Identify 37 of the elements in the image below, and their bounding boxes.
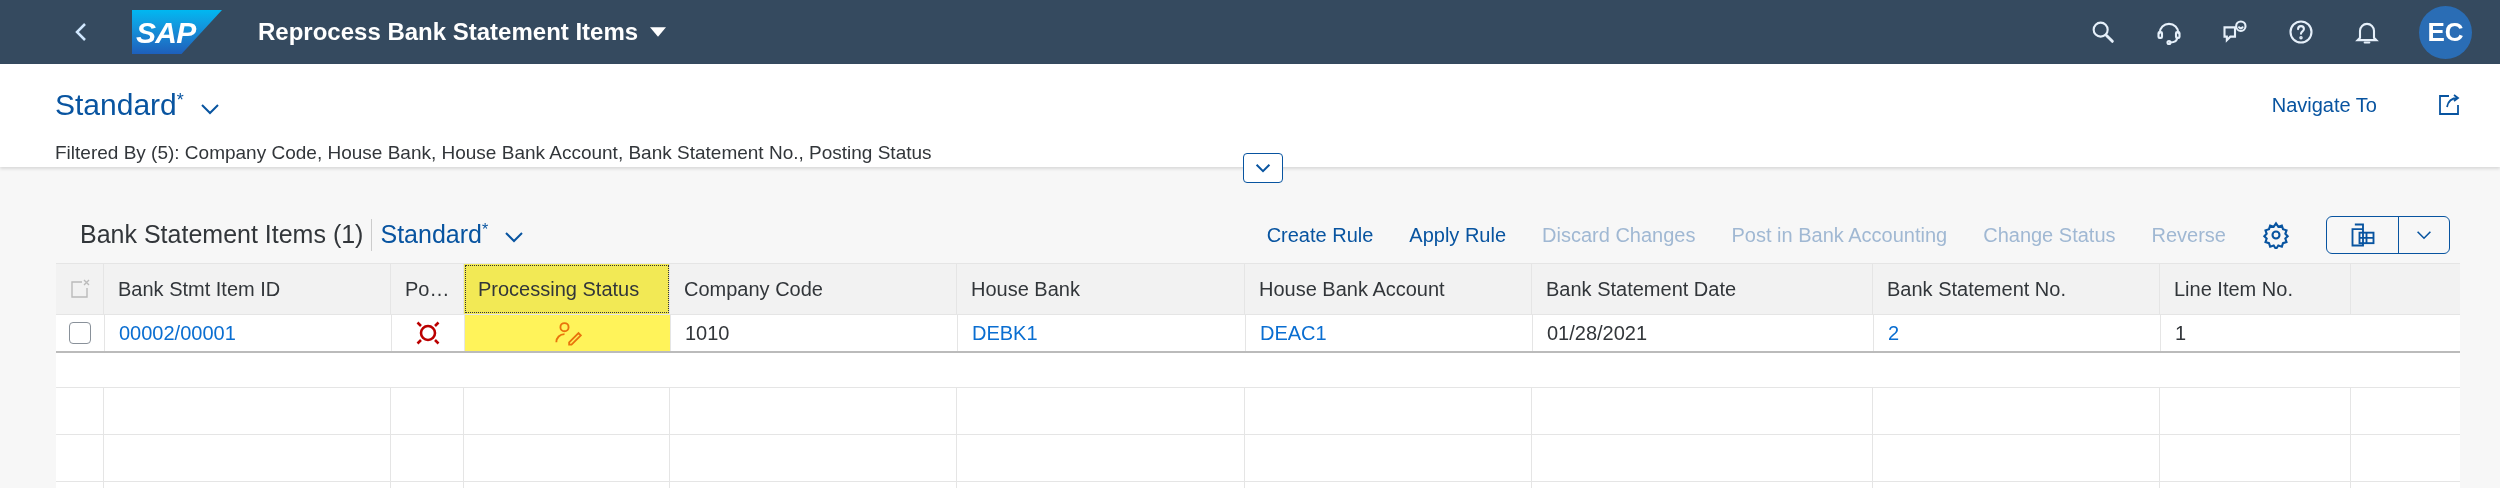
toolbar-button[interactable]: Create Rule [1266,220,1374,250]
person-pencil-icon [553,319,582,347]
column-header[interactable]: Processing Status [464,264,670,314]
navigate-to-link[interactable]: Navigate To [2271,89,2377,120]
share-icon[interactable] [2437,92,2461,117]
table-cell-text: 1010 [685,321,730,346]
column-header[interactable]: Bank Stmt Item ID [104,264,391,314]
caret-icon [650,26,667,38]
column-header[interactable]: House Bank Account [1245,264,1532,314]
table-variant-selector[interactable]: Standard$^{*}$ [380,216,489,254]
app-title-menu[interactable]: Reprocess Bank Statement Items [258,14,667,50]
cell-link[interactable]: 00002/00001 [119,318,236,348]
table-title: Bank Statement Items (1) [80,219,364,251]
logo: SAP [132,10,222,54]
export-split-button[interactable] [2326,216,2450,254]
toolbar-button[interactable]: Apply Rule [1409,220,1507,250]
column-header[interactable]: Bank Statement No. [1873,264,2160,314]
table-cell-text: 1 [2175,321,2187,346]
table-cell-text: 01/28/2021 [1547,321,1648,346]
column-header[interactable]: House Bank [957,264,1245,314]
collapse-header-button[interactable] [1243,153,1283,183]
cell-link[interactable]: DEBK1 [972,318,1038,348]
chevron-down-icon [1255,162,1271,174]
help-icon [2287,18,2315,46]
cell-link[interactable]: 2 [1888,318,1900,348]
column-header[interactable]: Company Code [670,264,957,314]
user-avatar[interactable]: EC [2419,5,2472,59]
cell-link[interactable]: DEAC1 [1260,318,1327,348]
column-header[interactable]: Line Item No. [2160,264,2351,314]
chevron-down-icon[interactable] [504,229,525,245]
row-checkbox[interactable] [69,322,91,344]
chevron-down-icon [2416,229,2432,241]
column-header[interactable]: Bank Statement Date [1532,264,1873,314]
error-status-icon [414,319,442,347]
filter-summary: Filtered By (5): Company Code, House Bank, House Bank Account, Bank Statement No., Posting Status [55,141,933,165]
variant-selector[interactable]: Standard$^{*}$ [55,82,184,127]
settings-icon[interactable] [2262,221,2290,249]
